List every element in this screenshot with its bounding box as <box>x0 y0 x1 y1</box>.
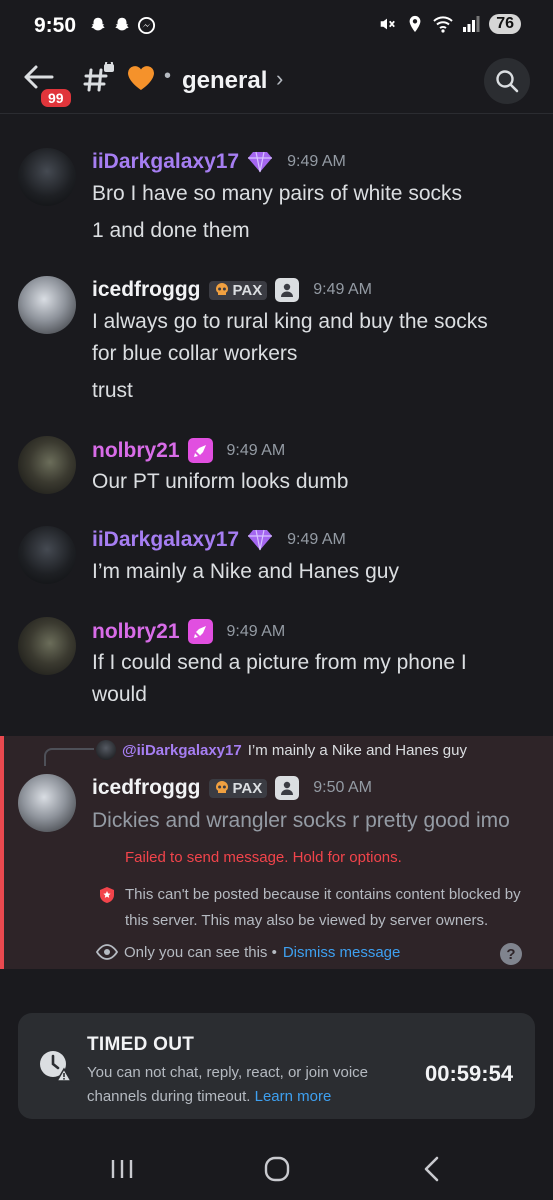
timeout-banner: TIMED OUT You can not chat, reply, react… <box>18 1013 535 1119</box>
username[interactable]: icedfroggg <box>92 278 201 302</box>
message-header: iiDarkgalaxy17 9:49 AM <box>92 150 346 174</box>
snapchat-icon <box>112 15 132 35</box>
timestamp: 9:49 AM <box>226 622 286 640</box>
ephemeral-row: Only you can see this • Dismiss message <box>96 943 400 961</box>
learn-more-link[interactable]: Learn more <box>255 1088 332 1105</box>
avatar[interactable] <box>18 617 76 675</box>
username[interactable]: icedfroggg <box>92 776 201 800</box>
reply-text: I’m mainly a Nike and Hanes guy <box>247 741 467 759</box>
hash-lock-icon <box>82 59 116 104</box>
dismiss-message-link[interactable]: Dismiss message <box>283 944 401 961</box>
nitro-gem-icon <box>248 151 273 173</box>
error-text: Failed to send message. Hold for options… <box>125 849 402 866</box>
avatar[interactable] <box>18 276 76 334</box>
message-text: for blue collar workers <box>92 342 298 365</box>
server-boost-icon <box>187 438 213 463</box>
help-icon[interactable]: ? <box>500 943 522 965</box>
signal-icon <box>461 14 481 34</box>
ephemeral-note: Only you can see this • <box>124 943 277 961</box>
server-tag-label: PAX <box>232 779 263 797</box>
server-tag[interactable]: PAX <box>208 778 268 798</box>
message-text: Our PT uniform looks dumb <box>92 470 349 493</box>
channel-name[interactable]: general <box>182 67 267 95</box>
timestamp: 9:50 AM <box>313 779 372 796</box>
home-icon <box>264 1156 290 1182</box>
system-icons: 76 <box>377 14 521 34</box>
nitro-gem-icon <box>248 529 273 551</box>
channel-separator: • <box>164 65 172 87</box>
message-text: I always go to rural king and buy the so… <box>92 310 488 333</box>
reply-connector <box>44 748 94 766</box>
message-header: iiDarkgalaxy17 9:49 AM <box>92 528 346 552</box>
timeout-title: TIMED OUT <box>87 1034 195 1055</box>
message-text: would <box>92 683 147 706</box>
recent-apps-button[interactable] <box>102 1154 142 1184</box>
reply-reference[interactable]: @iiDarkgalaxy17 I’m mainly a Nike and Ha… <box>96 740 467 760</box>
message-text: I’m mainly a Nike and Hanes guy <box>92 560 399 583</box>
search-button[interactable] <box>484 58 530 104</box>
server-tag-label: PAX <box>232 281 263 299</box>
reply-avatar <box>96 740 116 760</box>
channel-header: 99 • general › <box>0 52 553 114</box>
message-header: icedfroggg PAX 9:50 AM <box>92 776 372 800</box>
notification-icons <box>88 15 156 35</box>
system-nav-bar <box>0 1140 553 1200</box>
message-text: Dickies and wrangler socks r pretty good… <box>92 809 510 832</box>
search-icon <box>496 70 519 93</box>
unread-badge: 99 <box>38 86 74 110</box>
message-header: icedfroggg PAX 9:49 AM <box>92 278 372 302</box>
avatar[interactable] <box>18 148 76 206</box>
server-tag[interactable]: PAX <box>208 280 268 300</box>
timestamp: 9:49 AM <box>226 441 286 459</box>
username[interactable]: nolbry21 <box>92 439 180 463</box>
status-bar: 9:50 76 <box>0 0 553 52</box>
username[interactable]: nolbry21 <box>92 620 180 644</box>
wifi-icon <box>433 14 453 34</box>
mute-icon <box>377 14 397 34</box>
blocked-notice-text: This can't be posted because it contains… <box>125 886 521 929</box>
reply-author: @iiDarkgalaxy17 <box>122 741 242 759</box>
avatar[interactable] <box>18 526 76 584</box>
message-header: nolbry21 9:49 AM <box>92 438 285 463</box>
timeout-clock-icon <box>38 1049 73 1083</box>
username[interactable]: iiDarkgalaxy17 <box>92 150 239 174</box>
snapchat-icon <box>88 15 108 35</box>
timestamp: 9:49 AM <box>313 281 372 298</box>
automod-shield-icon <box>98 886 116 904</box>
member-icon <box>275 278 300 302</box>
location-icon <box>405 14 425 34</box>
messenger-icon <box>136 15 156 35</box>
server-boost-icon <box>187 619 213 644</box>
avatar[interactable] <box>18 436 76 494</box>
timeout-description: You can not chat, reply, react, or join … <box>87 1061 407 1109</box>
skull-icon <box>215 283 228 295</box>
message-text: Bro I have so many pairs of white socks <box>92 182 462 205</box>
avatar[interactable] <box>18 774 76 832</box>
status-time: 9:50 <box>34 14 77 37</box>
home-button[interactable] <box>257 1154 297 1184</box>
timeout-timer: 00:59:54 <box>425 1061 514 1086</box>
message-header: nolbry21 9:49 AM <box>92 619 285 644</box>
message-text: 1 and done them <box>92 219 250 242</box>
timestamp: 9:49 AM <box>287 153 346 170</box>
battery-level: 76 <box>489 14 521 34</box>
back-nav-button[interactable] <box>412 1154 452 1184</box>
message-text: trust <box>92 379 133 402</box>
timestamp: 9:49 AM <box>287 531 346 548</box>
orange-heart-icon <box>126 64 156 94</box>
eye-icon <box>96 944 118 960</box>
username[interactable]: iiDarkgalaxy17 <box>92 528 239 552</box>
chevron-right-icon[interactable]: › <box>276 66 283 92</box>
member-icon <box>275 776 300 800</box>
back-icon <box>424 1156 439 1182</box>
message-text: If I could send a picture from my phone … <box>92 651 467 674</box>
recent-apps-icon <box>111 1160 133 1178</box>
skull-icon <box>215 781 228 793</box>
failed-message[interactable]: @iiDarkgalaxy17 I’m mainly a Nike and Ha… <box>0 736 553 969</box>
